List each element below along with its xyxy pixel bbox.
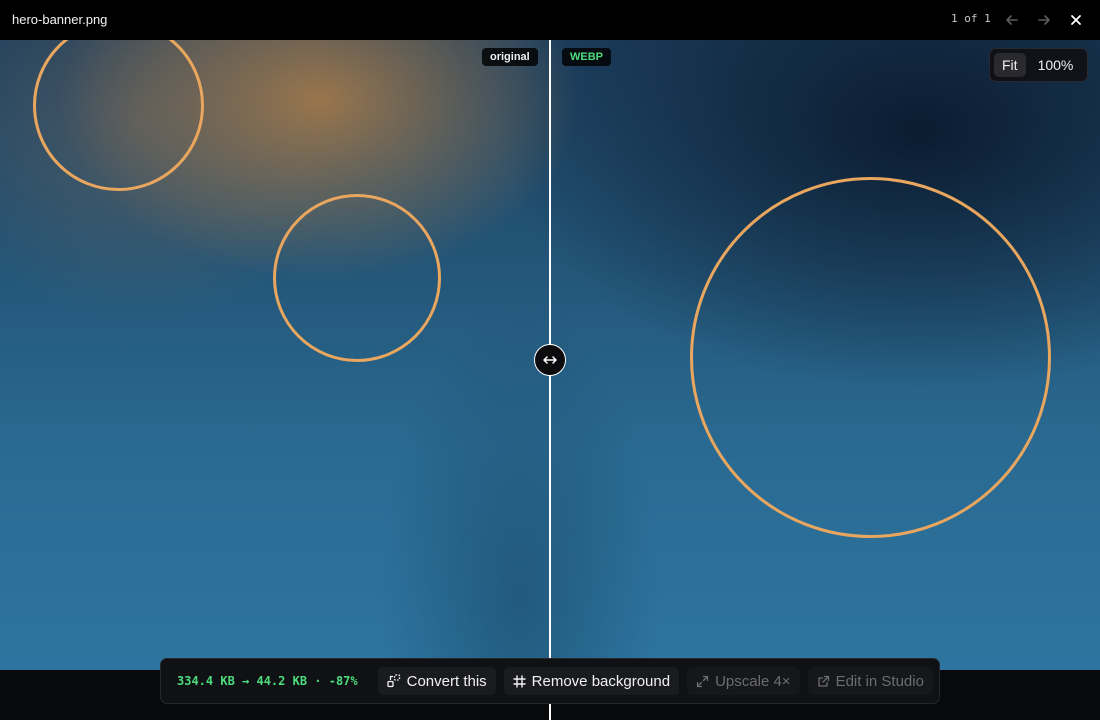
close-icon: [1071, 15, 1081, 25]
expand-arrows-icon: [696, 675, 709, 687]
remove-background-label: Remove background: [531, 672, 671, 690]
convert-button-label: Convert this: [406, 672, 487, 690]
header-bar: hero-banner.png 1 of 1: [0, 0, 1100, 40]
zoom-controls: Fit 100%: [989, 48, 1088, 82]
zoom-fit-button[interactable]: Fit: [994, 53, 1026, 77]
arrow-right-icon: [1038, 15, 1050, 25]
ring-shape: [33, 40, 204, 191]
file-name: hero-banner.png: [12, 12, 108, 27]
edit-in-studio-label: Edit in Studio: [835, 672, 924, 690]
original-image: [0, 40, 550, 670]
ring-shape: [690, 177, 1051, 538]
zoom-100-button[interactable]: 100%: [1030, 53, 1082, 77]
ring-shape: [273, 194, 441, 362]
convert-button[interactable]: Convert this: [377, 667, 496, 695]
upscale-label: Upscale 4×: [715, 672, 791, 690]
image-background: [0, 40, 550, 670]
image-background: [550, 40, 1100, 670]
compare-slider-handle[interactable]: [534, 344, 566, 376]
left-right-arrows-icon: [543, 356, 557, 364]
next-image-button[interactable]: [1032, 8, 1056, 32]
arrow-left-icon: [1006, 15, 1018, 25]
close-button[interactable]: [1064, 8, 1088, 32]
edit-in-studio-button: Edit in Studio: [807, 667, 933, 695]
action-toolbar: 334.4 KB → 44.2 KB · -87% Convert this R…: [160, 658, 940, 704]
size-savings: 334.4 KB → 44.2 KB · -87%: [177, 674, 358, 688]
format-label: WEBP: [562, 48, 611, 66]
external-link-icon: [817, 675, 829, 687]
converted-image: [550, 40, 1100, 670]
image-counter: 1 of 1: [951, 12, 991, 25]
crop-frame-icon: [512, 674, 526, 688]
original-label: original: [482, 48, 538, 66]
prev-image-button[interactable]: [1000, 8, 1024, 32]
convert-icon: [386, 674, 400, 688]
remove-background-button[interactable]: Remove background: [503, 667, 680, 695]
upscale-button: Upscale 4×: [687, 667, 800, 695]
